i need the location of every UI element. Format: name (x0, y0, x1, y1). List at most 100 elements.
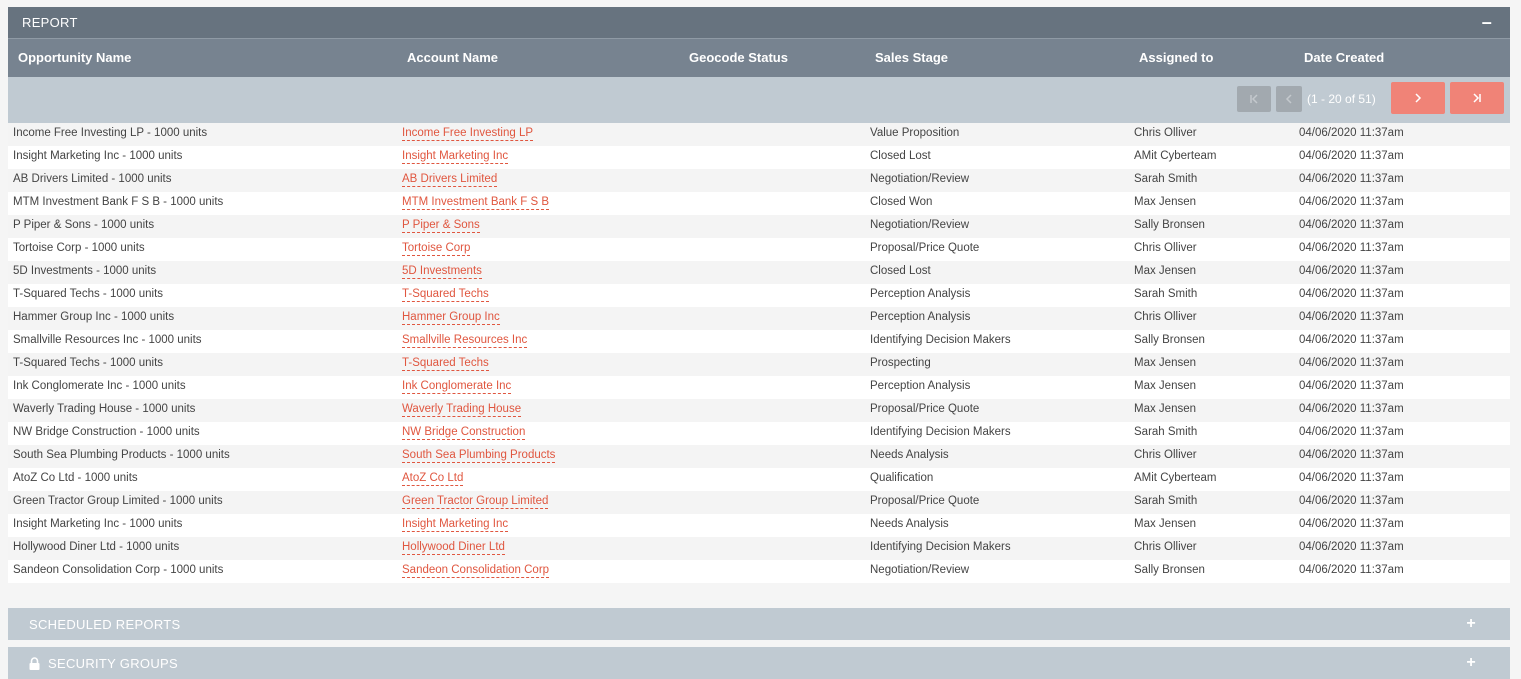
table-row: Insight Marketing Inc - 1000 units Insigh… (8, 514, 1510, 537)
table-row: 5D Investments - 1000 units 5D Investment… (8, 261, 1510, 284)
account-name-link[interactable]: South Sea Plumbing Products (402, 449, 556, 463)
date-created-cell: 04/06/2020 11:37am (1299, 472, 1404, 484)
date-created-cell: 04/06/2020 11:37am (1299, 127, 1404, 139)
account-name-link[interactable]: Waverly Trading House (402, 403, 522, 417)
table-row: Hammer Group Inc - 1000 units Hammer Grou… (8, 307, 1510, 330)
assigned-to-cell: Sarah Smith (1134, 288, 1198, 300)
assigned-to-cell: Chris Olliver (1134, 449, 1197, 461)
opportunity-name-cell: Tortoise Corp - 1000 units (13, 242, 145, 254)
opportunity-name-cell: NW Bridge Construction - 1000 units (13, 426, 200, 438)
prev-page-icon (1285, 94, 1292, 104)
account-name-link[interactable]: Insight Marketing Inc (402, 518, 509, 532)
account-name-link[interactable]: NW Bridge Construction (402, 426, 526, 440)
account-name-link[interactable]: AB Drivers Limited (402, 173, 498, 187)
assigned-to-cell: Max Jensen (1134, 357, 1197, 369)
date-created-cell: 04/06/2020 11:37am (1299, 265, 1404, 277)
account-name-link[interactable]: Ink Conglomerate Inc (402, 380, 512, 394)
account-name-link[interactable]: AtoZ Co Ltd (402, 472, 464, 486)
sales-stage-cell: Needs Analysis (870, 449, 949, 461)
scheduled-reports-panel-header[interactable]: SCHEDULED REPORTS + (8, 608, 1510, 640)
column-header-opportunity-name[interactable]: Opportunity Name (18, 50, 131, 65)
lock-icon (29, 656, 40, 670)
assigned-to-cell: Max Jensen (1134, 403, 1197, 415)
date-created-cell: 04/06/2020 11:37am (1299, 173, 1404, 185)
report-panel-title: REPORT (22, 15, 78, 30)
date-created-cell: 04/06/2020 11:37am (1299, 495, 1404, 507)
account-name-link[interactable]: Hammer Group Inc (402, 311, 500, 325)
sales-stage-cell: Prospecting (870, 357, 931, 369)
sales-stage-cell: Closed Won (870, 196, 933, 208)
column-header-sales-stage[interactable]: Sales Stage (875, 50, 948, 65)
assigned-to-cell: Chris Olliver (1134, 127, 1197, 139)
prev-page-button[interactable] (1276, 86, 1302, 112)
sales-stage-cell: Qualification (870, 472, 934, 484)
opportunity-name-cell: Green Tractor Group Limited - 1000 units (13, 495, 223, 507)
table-row: T-Squared Techs - 1000 units T-Squared Te… (8, 353, 1510, 376)
table-row: Insight Marketing Inc - 1000 units Insigh… (8, 146, 1510, 169)
account-name-link[interactable]: Sandeon Consolidation Corp (402, 564, 550, 578)
assigned-to-cell: Chris Olliver (1134, 311, 1197, 323)
opportunity-name-cell: Hollywood Diner Ltd - 1000 units (13, 541, 180, 553)
account-name-link[interactable]: MTM Investment Bank F S B (402, 196, 549, 210)
account-name-link[interactable]: Hollywood Diner Ltd (402, 541, 505, 555)
security-groups-title-wrap: SECURITY GROUPS (29, 656, 178, 671)
account-name-link[interactable]: Green Tractor Group Limited (402, 495, 549, 509)
opportunity-name-cell: Smallville Resources Inc - 1000 units (13, 334, 202, 346)
sales-stage-cell: Perception Analysis (870, 311, 971, 323)
date-created-cell: 04/06/2020 11:37am (1299, 449, 1404, 461)
table-row: T-Squared Techs - 1000 units T-Squared Te… (8, 284, 1510, 307)
table-row: Income Free Investing LP - 1000 units Inc… (8, 123, 1510, 146)
column-header-date-created[interactable]: Date Created (1304, 50, 1384, 65)
assigned-to-cell: Chris Olliver (1134, 541, 1197, 553)
opportunity-name-cell: Ink Conglomerate Inc - 1000 units (13, 380, 186, 392)
next-page-button[interactable] (1391, 82, 1445, 114)
opportunity-name-cell: Hammer Group Inc - 1000 units (13, 311, 175, 323)
opportunity-name-cell: AB Drivers Limited - 1000 units (13, 173, 172, 185)
account-name-link[interactable]: 5D Investments (402, 265, 482, 279)
last-page-icon (1473, 93, 1481, 103)
opportunity-name-cell: MTM Investment Bank F S B - 1000 units (13, 196, 224, 208)
assigned-to-cell: Max Jensen (1134, 380, 1197, 392)
pagination-count: (1 - 20 of 51) (1307, 92, 1376, 106)
minus-icon[interactable]: – (1478, 12, 1496, 33)
table-row: MTM Investment Bank F S B - 1000 units MT… (8, 192, 1510, 215)
last-page-button[interactable] (1450, 82, 1504, 114)
assigned-to-cell: AMit Cyberteam (1134, 472, 1217, 484)
column-header-geocode-status[interactable]: Geocode Status (689, 50, 788, 65)
date-created-cell: 04/06/2020 11:37am (1299, 334, 1404, 346)
date-created-cell: 04/06/2020 11:37am (1299, 380, 1404, 392)
security-groups-panel-header[interactable]: SECURITY GROUPS + (8, 647, 1510, 679)
account-name-link[interactable]: T-Squared Techs (402, 288, 489, 302)
table-row: Smallville Resources Inc - 1000 units Sma… (8, 330, 1510, 353)
assigned-to-cell: Sarah Smith (1134, 173, 1198, 185)
sales-stage-cell: Identifying Decision Makers (870, 334, 1011, 346)
sales-stage-cell: Negotiation/Review (870, 219, 970, 231)
plus-icon[interactable]: + (1466, 654, 1476, 672)
account-name-link[interactable]: Insight Marketing Inc (402, 150, 509, 164)
date-created-cell: 04/06/2020 11:37am (1299, 564, 1404, 576)
sales-stage-cell: Identifying Decision Makers (870, 541, 1011, 553)
date-created-cell: 04/06/2020 11:37am (1299, 403, 1404, 415)
assigned-to-cell: AMit Cyberteam (1134, 150, 1217, 162)
column-header-account-name[interactable]: Account Name (407, 50, 498, 65)
column-header-assigned-to[interactable]: Assigned to (1139, 50, 1213, 65)
date-created-cell: 04/06/2020 11:37am (1299, 219, 1404, 231)
account-name-link[interactable]: Smallville Resources Inc (402, 334, 528, 348)
sales-stage-cell: Negotiation/Review (870, 564, 970, 576)
account-name-link[interactable]: Income Free Investing LP (402, 127, 534, 141)
report-rows: Income Free Investing LP - 1000 units Inc… (8, 123, 1510, 583)
first-page-button[interactable] (1237, 86, 1271, 112)
account-name-link[interactable]: T-Squared Techs (402, 357, 489, 371)
date-created-cell: 04/06/2020 11:37am (1299, 288, 1404, 300)
assigned-to-cell: Chris Olliver (1134, 242, 1197, 254)
plus-icon[interactable]: + (1466, 615, 1476, 633)
report-panel-header[interactable]: REPORT – (8, 7, 1510, 38)
assigned-to-cell: Sally Bronsen (1134, 219, 1205, 231)
sales-stage-cell: Perception Analysis (870, 288, 971, 300)
assigned-to-cell: Max Jensen (1134, 265, 1197, 277)
account-name-link[interactable]: Tortoise Corp (402, 242, 471, 256)
date-created-cell: 04/06/2020 11:37am (1299, 311, 1404, 323)
account-name-link[interactable]: P Piper & Sons (402, 219, 480, 233)
opportunity-name-cell: Waverly Trading House - 1000 units (13, 403, 196, 415)
date-created-cell: 04/06/2020 11:37am (1299, 518, 1404, 530)
